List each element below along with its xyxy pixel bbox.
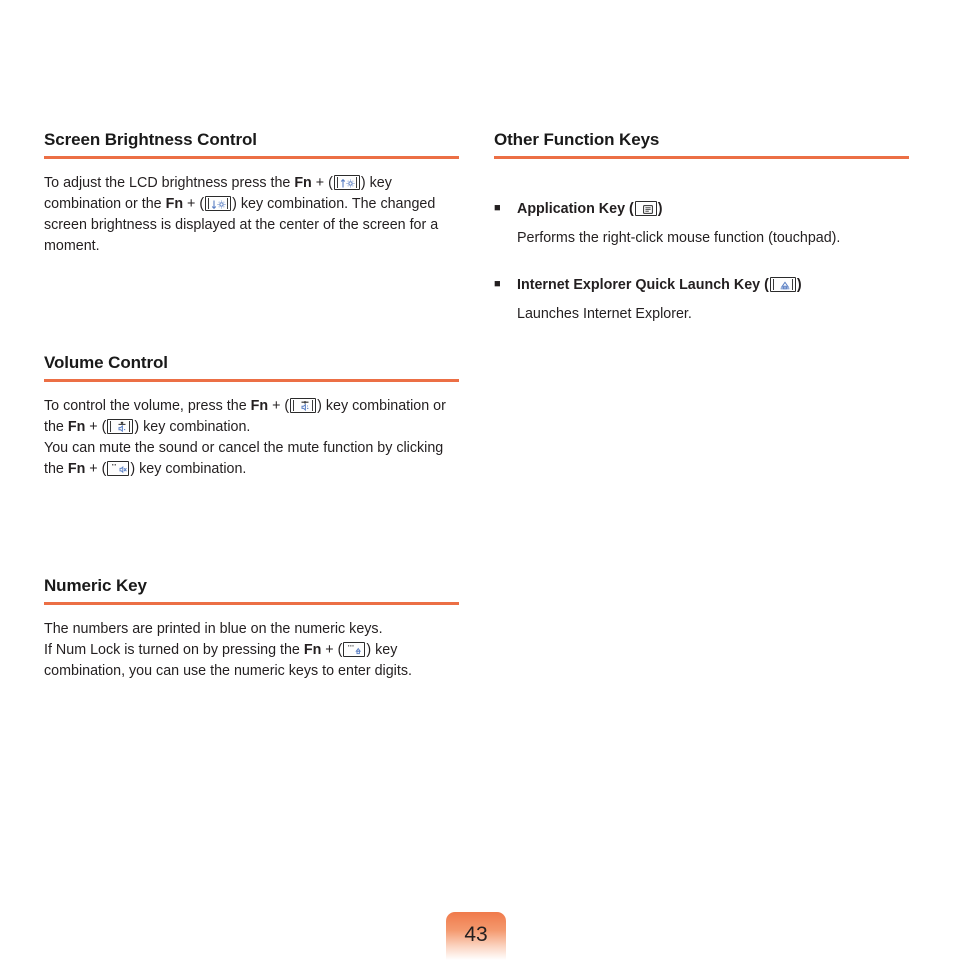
section-divider	[44, 156, 459, 159]
volume-down-key-icon	[107, 419, 134, 434]
internet-explorer-key-icon	[769, 277, 796, 292]
text-fragment: )	[796, 277, 802, 293]
bullet-label: Internet Explorer Quick Launch Key ( )	[517, 275, 909, 296]
fn-key-label: Fn	[250, 398, 269, 414]
bullet-heading: ■ Application Key ( )	[494, 199, 909, 220]
text-fragment: If Num Lock is turned on by pressing the	[44, 642, 304, 658]
volume-up-key-icon	[290, 398, 317, 413]
brightness-down-key-icon	[205, 196, 232, 211]
section-divider	[494, 156, 909, 159]
list-item: ■ Internet Explorer Quick Launch Key ( )…	[494, 275, 909, 325]
text-fragment: + (	[321, 642, 343, 658]
bullet-marker-icon: ■	[494, 278, 501, 290]
fn-key-label: Fn	[165, 196, 184, 212]
fn-key-label: Fn	[294, 175, 312, 191]
text-fragment: + (	[268, 398, 290, 414]
fn-key-label: Fn	[67, 419, 86, 435]
fn-key-label: Fn	[67, 461, 86, 477]
list-item: ■ Application Key ( ) Performs the right…	[494, 199, 909, 249]
text-fragment: To adjust the LCD brightness press the	[44, 175, 295, 191]
section-volume-control: Volume Control To control the volume, pr…	[44, 353, 459, 480]
text-fragment: ) key combination.	[134, 419, 251, 435]
text-fragment: + (	[183, 196, 205, 212]
section-title: Volume Control	[44, 353, 168, 372]
two-column-layout: Screen Brightness Control To adjust the …	[44, 130, 910, 682]
brightness-up-key-icon	[333, 175, 360, 190]
right-column: Other Function Keys ■ Application Key ( …	[494, 130, 909, 682]
page-number: 43	[464, 923, 488, 946]
section-body-text: The numbers are printed in blue on the n…	[44, 619, 459, 682]
text-fragment: + (	[85, 461, 107, 477]
bullet-label: Application Key ( )	[517, 199, 909, 220]
list-top-gap	[494, 173, 909, 199]
section-numeric-key: Numeric Key The numbers are printed in b…	[44, 576, 459, 682]
section-title: Numeric Key	[44, 576, 147, 595]
section-other-function-keys: Other Function Keys ■ Application Key ( …	[494, 130, 909, 325]
page-number-badge: 43	[446, 912, 506, 960]
bullet-marker-icon: ■	[494, 202, 501, 214]
section-title: Screen Brightness Control	[44, 130, 257, 149]
section-screen-brightness-control: Screen Brightness Control To adjust the …	[44, 130, 459, 257]
bullet-description: Performs the right-click mouse function …	[517, 230, 841, 246]
text-fragment: To control the volume, press the	[44, 398, 251, 414]
left-column: Screen Brightness Control To adjust the …	[44, 130, 459, 682]
mute-key-icon	[107, 461, 130, 476]
text-fragment: Application Key (	[517, 201, 634, 217]
section-title: Other Function Keys	[494, 130, 660, 149]
text-fragment: The numbers are printed in blue on the n…	[44, 621, 383, 637]
text-fragment: ) key combination.	[130, 461, 247, 477]
section-body-text: To adjust the LCD brightness press the F…	[44, 173, 459, 257]
text-fragment: Internet Explorer Quick Launch Key (	[517, 277, 769, 293]
section-divider	[44, 379, 459, 382]
text-fragment: + (	[85, 419, 107, 435]
num-lock-key-icon	[343, 642, 366, 657]
text-fragment: )	[657, 201, 663, 217]
fn-key-label: Fn	[303, 642, 322, 658]
text-fragment: + (	[311, 175, 333, 191]
list-item-gap	[494, 249, 909, 275]
bullet-heading: ■ Internet Explorer Quick Launch Key ( )	[494, 275, 909, 296]
section-divider	[44, 602, 459, 605]
bullet-description: Launches Internet Explorer.	[517, 306, 692, 322]
document-page: Screen Brightness Control To adjust the …	[0, 0, 954, 960]
section-body-text: To control the volume, press the Fn + ( …	[44, 396, 459, 480]
application-key-icon	[634, 201, 657, 216]
